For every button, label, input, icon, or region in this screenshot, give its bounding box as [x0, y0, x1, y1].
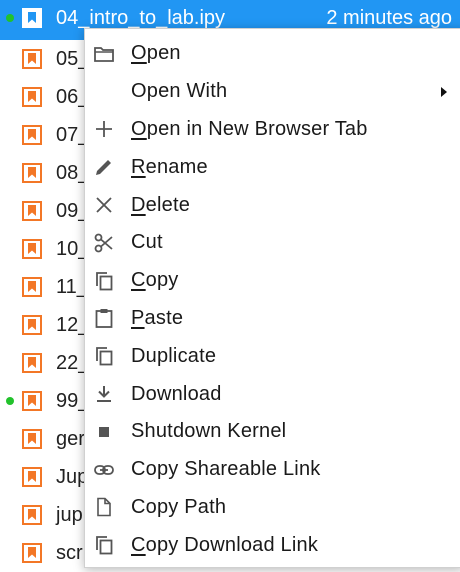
menu-mnemonic: O	[131, 42, 147, 65]
notebook-icon	[22, 8, 42, 28]
plus-icon	[96, 121, 112, 138]
file-name: scr	[56, 541, 83, 564]
menu-item-delete[interactable]: Delete	[85, 186, 460, 224]
menu-mnemonic: D	[131, 193, 146, 216]
clipboard-icon	[95, 309, 113, 329]
notebook-icon	[22, 49, 42, 69]
menu-item-duplicate[interactable]: Duplicate	[85, 337, 460, 375]
file-name: jup	[56, 503, 83, 526]
notebook-icon	[22, 429, 42, 449]
copy-icon	[96, 271, 113, 291]
menu-mnemonic: R	[131, 155, 146, 178]
menu-label-delete: elete	[145, 193, 191, 216]
menu-mnemonic: C	[131, 269, 146, 292]
notebook-icon	[22, 505, 42, 525]
menu-item-download[interactable]: Download	[85, 375, 460, 413]
menu-item-copy[interactable]: Copy	[85, 262, 460, 300]
submenu-arrow-icon	[441, 86, 447, 97]
close-icon	[96, 197, 112, 213]
menu-item-open[interactable]: Open	[85, 35, 460, 73]
menu-label-copy-path: Copy Path	[131, 495, 227, 518]
menu-label-rename: ename	[145, 155, 208, 178]
notebook-icon	[22, 353, 42, 373]
scissors-icon	[94, 233, 113, 253]
menu-label-open-with: Open With	[131, 80, 228, 103]
menu-label-download: Download	[131, 382, 222, 405]
menu-label-duplicate: Duplicate	[131, 344, 217, 367]
menu-item-copy-download-link[interactable]: Copy Download Link	[85, 526, 460, 564]
notebook-icon	[22, 467, 42, 487]
menu-label-cut: Cut	[131, 231, 163, 254]
notebook-icon	[22, 277, 42, 297]
menu-mnemonic: P	[131, 306, 145, 329]
menu-item-paste[interactable]: Paste	[85, 300, 460, 338]
menu-label-open: pen	[146, 42, 181, 65]
file-name: 04_intro_to_lab.ipy	[56, 6, 226, 29]
link-icon	[94, 464, 114, 475]
running-indicator	[6, 397, 14, 405]
download-icon	[97, 386, 111, 403]
notebook-icon	[22, 201, 42, 221]
menu-label-copy: opy	[145, 269, 179, 292]
menu-item-shutdown-kernel[interactable]: Shutdown Kernel	[85, 413, 460, 451]
menu-item-copy-path[interactable]: Copy Path	[85, 489, 460, 527]
menu-item-open-new-tab[interactable]: Open in New Browser Tab	[85, 111, 460, 149]
notebook-icon	[22, 315, 42, 335]
duplicate-icon	[96, 347, 113, 366]
notebook-icon	[22, 125, 42, 145]
menu-item-open-with[interactable]: Open With	[85, 73, 460, 111]
menu-item-copy-shareable-link[interactable]: Copy Shareable Link	[85, 451, 460, 489]
notebook-icon	[22, 87, 42, 107]
menu-mnemonic: C	[131, 533, 146, 556]
menu-label-open-new-tab: pen in New Browser Tab	[146, 117, 368, 140]
menu-item-cut[interactable]: Cut	[85, 224, 460, 262]
pencil-icon	[96, 160, 111, 176]
notebook-icon	[22, 543, 42, 563]
running-indicator	[6, 14, 14, 22]
notebook-icon	[22, 163, 42, 183]
notebook-icon	[22, 239, 42, 259]
menu-label-copy-download-link: opy Download Link	[145, 533, 319, 556]
file-name: ger	[56, 427, 85, 450]
menu-item-rename[interactable]: Rename	[85, 148, 460, 186]
file-modified: 2 minutes ago	[326, 6, 452, 29]
folder-icon	[94, 46, 114, 62]
stop-icon	[99, 426, 109, 437]
context-menu: Open Open With Open in New Browser Tab R…	[84, 28, 460, 568]
notebook-icon	[22, 391, 42, 411]
menu-label-copy-shareable-link: Copy Shareable Link	[131, 458, 321, 481]
menu-label-paste: aste	[144, 306, 184, 329]
file-icon	[97, 498, 111, 517]
menu-mnemonic: O	[131, 117, 147, 140]
copy-link-icon	[96, 536, 113, 555]
menu-label-shutdown-kernel: Shutdown Kernel	[131, 420, 287, 443]
